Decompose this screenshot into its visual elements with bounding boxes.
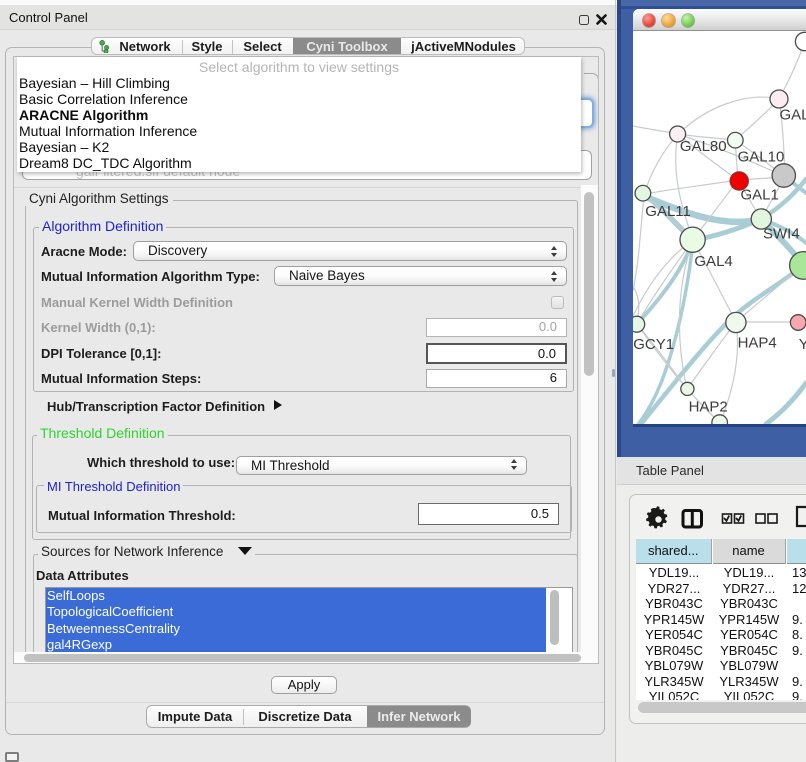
svg-text:GCY1: GCY1: [633, 336, 674, 353]
svg-text:GAL10: GAL10: [738, 148, 785, 165]
svg-text:GAL80: GAL80: [680, 138, 727, 155]
svg-text:Y: Y: [799, 336, 806, 353]
svg-text:GAL11: GAL11: [645, 203, 691, 220]
svg-text:GAL1: GAL1: [741, 187, 779, 204]
svg-text:HAP2: HAP2: [689, 399, 728, 416]
svg-text:HAP4: HAP4: [738, 334, 777, 351]
svg-text:SWI4: SWI4: [763, 226, 800, 243]
svg-text:GAL7: GAL7: [780, 106, 806, 123]
svg-text:GAL4: GAL4: [694, 253, 732, 270]
